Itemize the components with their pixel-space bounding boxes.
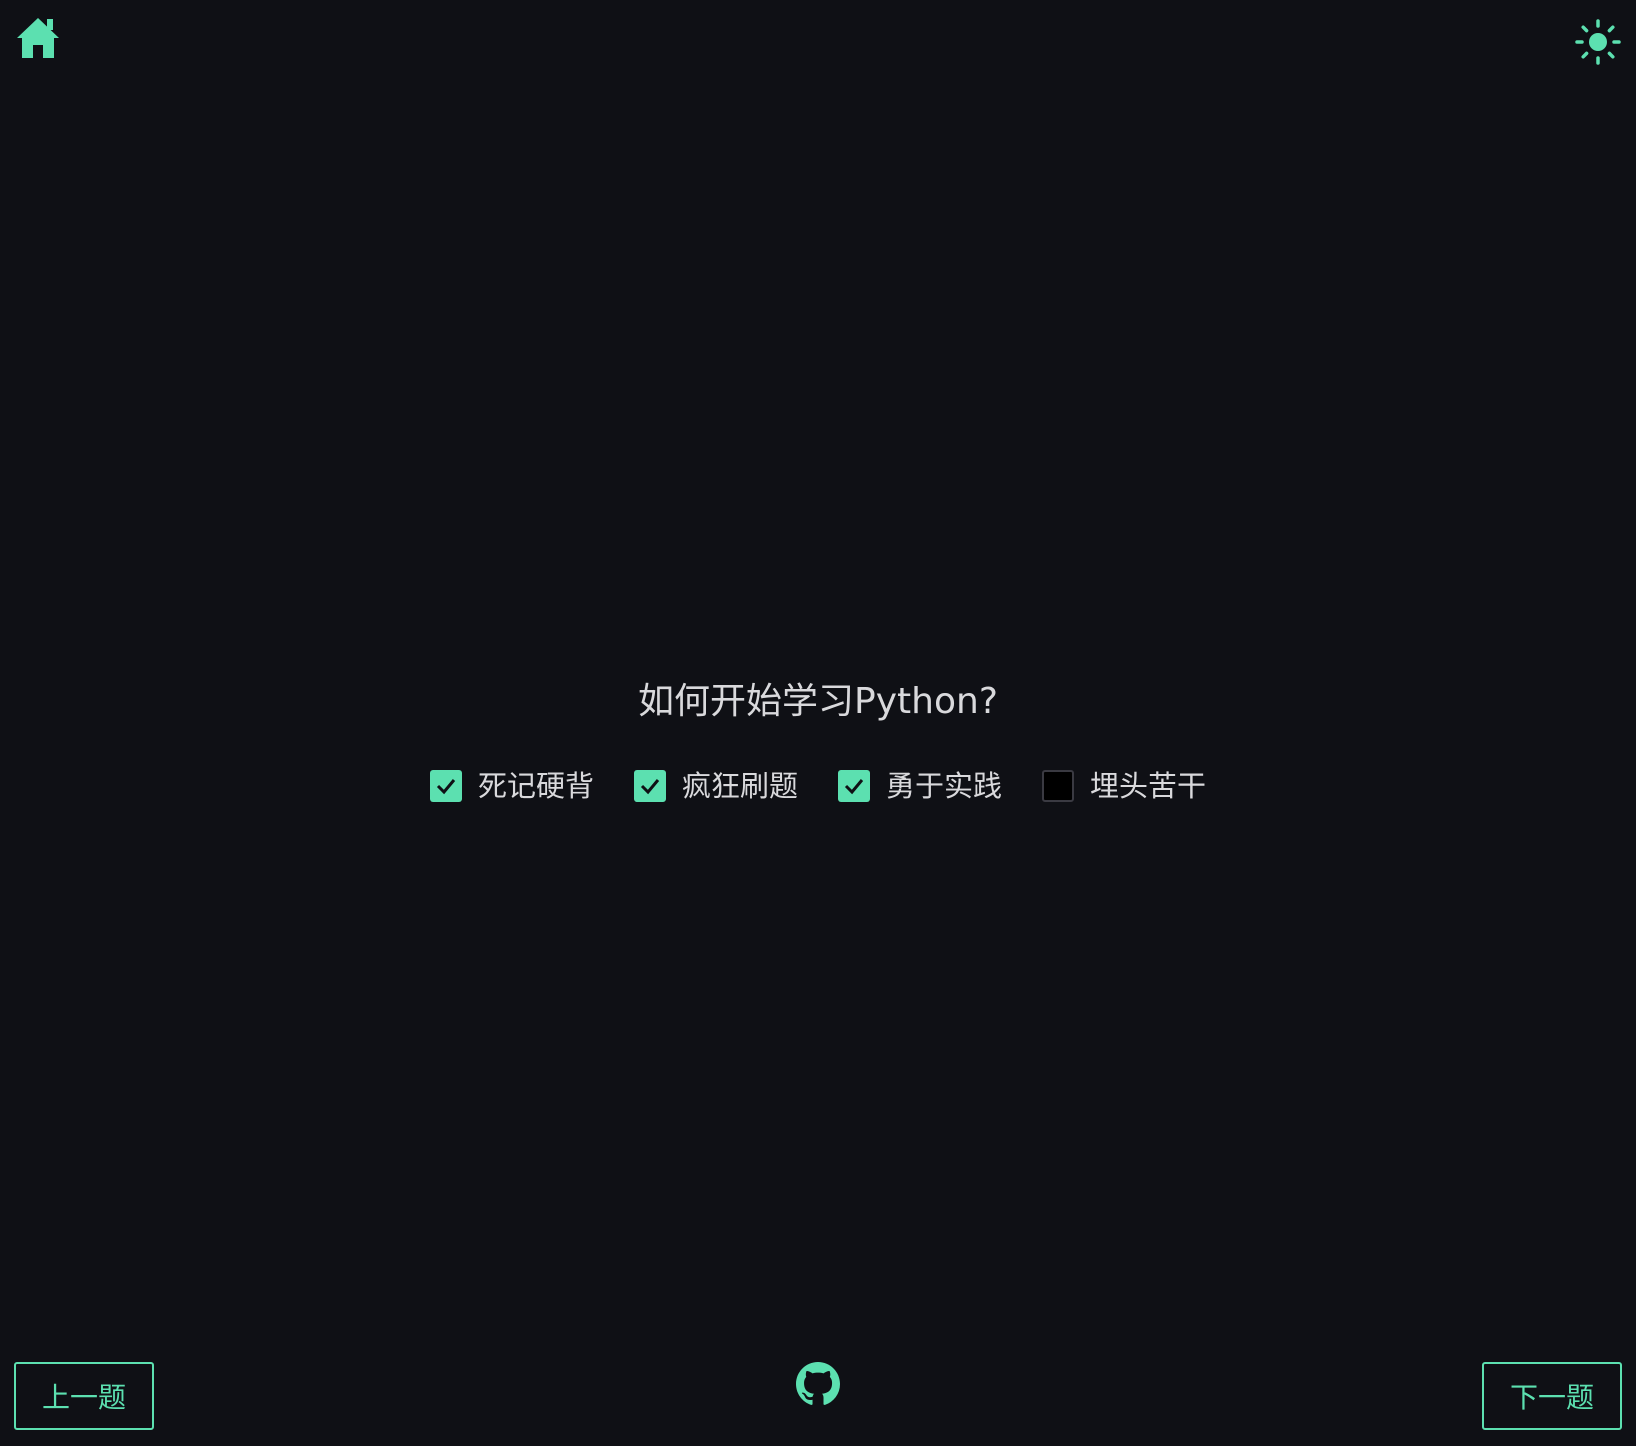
check-icon <box>640 779 660 795</box>
option-item[interactable]: 埋头苦干 <box>1042 766 1206 806</box>
option-label: 埋头苦干 <box>1090 769 1207 803</box>
sun-icon[interactable] <box>1574 18 1622 66</box>
option-label: 疯狂刷题 <box>681 769 798 803</box>
checkbox-checked[interactable] <box>429 770 462 802</box>
options-group: 死记硬背 疯狂刷题 勇于实践 埋头苦干 <box>0 766 1636 806</box>
home-icon[interactable] <box>14 14 62 62</box>
quiz-page: 如何开始学习Python? 死记硬背 疯狂刷题 勇于实践 埋头苦干 上一题 下一… <box>0 0 1636 1446</box>
check-icon <box>844 779 864 795</box>
prev-question-button[interactable]: 上一题 <box>14 1362 154 1430</box>
check-icon <box>436 779 456 795</box>
option-item[interactable]: 疯狂刷题 <box>633 766 798 806</box>
option-item[interactable]: 死记硬背 <box>429 766 594 806</box>
checkbox-unchecked[interactable] <box>1042 770 1075 802</box>
github-icon[interactable] <box>796 1362 840 1406</box>
checkbox-checked[interactable] <box>633 770 666 802</box>
checkbox-checked[interactable] <box>838 770 870 802</box>
option-item[interactable]: 勇于实践 <box>838 766 1002 806</box>
option-label: 死记硬背 <box>477 769 594 803</box>
question-title: 如何开始学习Python? <box>638 681 998 722</box>
option-label: 勇于实践 <box>886 769 1003 803</box>
next-question-button[interactable]: 下一题 <box>1482 1362 1622 1430</box>
